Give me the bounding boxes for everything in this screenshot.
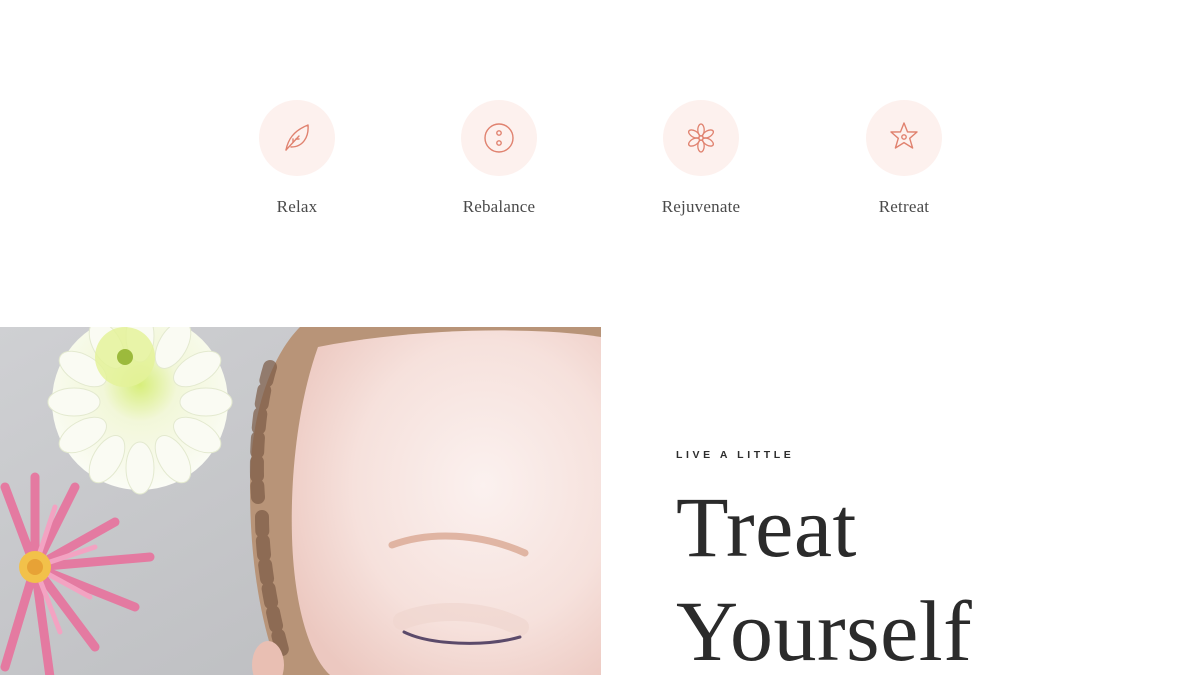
button-icon — [484, 123, 514, 153]
feature-retreat: Retreat — [824, 100, 984, 217]
feature-rebalance: Rebalance — [419, 100, 579, 217]
feature-label: Relax — [276, 197, 318, 216]
feature-relax: Relax — [217, 100, 377, 217]
feature-icon-circle — [663, 100, 739, 176]
feature-label: Retreat — [878, 197, 930, 216]
leaf-icon — [285, 124, 309, 151]
feature-label: Rebalance — [462, 197, 536, 216]
hero-text-block: LIVE A LITTLE Treat Yourself — [676, 449, 1176, 675]
hero-photo — [0, 327, 601, 675]
feature-icon-circle — [461, 100, 537, 176]
feature-icon-circle — [259, 100, 335, 176]
flower-icon — [687, 123, 715, 153]
spa-face-image — [0, 327, 601, 675]
feature-label: Rejuvenate — [661, 197, 741, 216]
hero-headline-line1: Treat — [676, 479, 857, 575]
hero-eyebrow: LIVE A LITTLE — [676, 449, 795, 461]
hero-headline: Treat Yourself — [676, 475, 1176, 675]
feature-icon-circle — [866, 100, 942, 176]
feature-rejuvenate: Rejuvenate — [621, 100, 781, 217]
hero-headline-line2: Yourself — [676, 583, 973, 675]
feature-icons-row: Relax Rebalance Rejuvenate Retreat — [0, 100, 1200, 230]
star-icon — [890, 122, 918, 149]
page: Relax Rebalance Rejuvenate Retreat LIVE … — [0, 0, 1200, 675]
